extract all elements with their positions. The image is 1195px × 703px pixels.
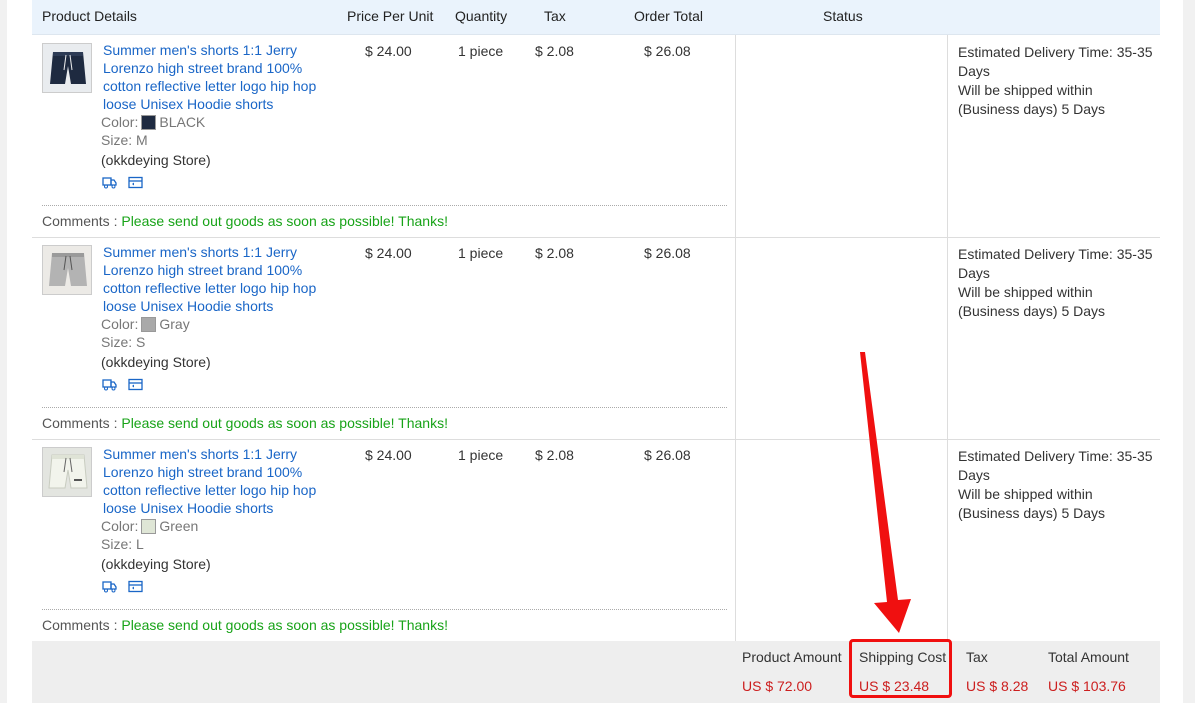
header-quantity: Quantity <box>455 8 508 24</box>
color-label: Color: <box>101 114 139 130</box>
color-value: Green <box>159 518 199 534</box>
divider <box>947 439 948 641</box>
tax-total-label: Tax <box>966 649 988 665</box>
product-title-link[interactable]: Summer men's shorts 1:1 Jerry Lorenzo hi… <box>103 41 318 113</box>
delivery-time: Estimated Delivery Time: 35-35 Days <box>958 44 1153 79</box>
color-swatch <box>141 519 157 534</box>
divider <box>947 35 948 237</box>
header-status: Status <box>823 8 863 24</box>
color-label: Color: <box>101 316 139 332</box>
shipping-truck-icon[interactable] <box>102 176 117 192</box>
item-price: $ 24.00 <box>365 447 412 463</box>
size-label: Size: <box>101 536 133 552</box>
comment-text: Please send out goods as soon as possibl… <box>121 617 448 633</box>
color-value: Gray <box>159 316 190 332</box>
header-price-per-unit: Price Per Unit <box>347 8 434 24</box>
item-price: $ 24.00 <box>365 43 412 59</box>
item-status: Estimated Delivery Time: 35-35 Days Will … <box>958 245 1153 321</box>
comment-divider <box>42 407 727 408</box>
delivery-time: Estimated Delivery Time: 35-35 Days <box>958 448 1153 483</box>
store-name: (okkdeying Store) <box>101 354 211 370</box>
comment-label: Comments : <box>42 415 118 431</box>
size-value: S <box>136 334 146 350</box>
color-swatch <box>141 317 157 332</box>
order-item-row: Summer men's shorts 1:1 Jerry Lorenzo hi… <box>32 439 1160 642</box>
product-size: Size: L <box>101 536 144 552</box>
shipping-cost-highlight-box <box>849 639 952 698</box>
product-color: Color: Green <box>101 518 198 534</box>
item-status: Estimated Delivery Time: 35-35 Days Will … <box>958 43 1153 119</box>
product-thumbnail[interactable] <box>42 43 92 93</box>
item-comment: Comments : Please send out goods as soon… <box>42 415 448 431</box>
divider <box>735 35 736 237</box>
product-thumbnail[interactable] <box>42 447 92 497</box>
color-label: Color: <box>101 518 139 534</box>
order-item-row: Summer men's shorts 1:1 Jerry Lorenzo hi… <box>32 35 1160 238</box>
header-product-details: Product Details <box>42 8 137 24</box>
product-color: Color: Gray <box>101 316 190 332</box>
shipping-truck-icon[interactable] <box>102 378 117 394</box>
product-thumbnail[interactable] <box>42 245 92 295</box>
shipping-truck-icon[interactable] <box>102 580 117 596</box>
shipping-card-icon[interactable] <box>127 176 143 192</box>
product-title-link[interactable]: Summer men's shorts 1:1 Jerry Lorenzo hi… <box>103 243 318 315</box>
size-value: M <box>136 132 148 148</box>
ship-within: Will be shipped within (Business days) 5… <box>958 82 1106 117</box>
item-actions <box>102 580 150 596</box>
header-tax: Tax <box>544 8 566 24</box>
item-quantity: 1 piece <box>458 245 504 261</box>
item-price: $ 24.00 <box>365 245 412 261</box>
tax-total-value: US $ 8.28 <box>966 678 1029 694</box>
item-tax: $ 2.08 <box>535 447 574 463</box>
color-swatch <box>141 115 157 130</box>
item-comment: Comments : Please send out goods as soon… <box>42 213 448 229</box>
color-value: BLACK <box>159 114 206 130</box>
size-value: L <box>136 536 144 552</box>
comment-label: Comments : <box>42 213 118 229</box>
product-amount-value: US $ 72.00 <box>742 678 813 694</box>
total-amount-label: Total Amount <box>1048 649 1129 665</box>
order-summary: Product Amount US $ 72.00 Shipping Cost … <box>32 639 1160 703</box>
total-amount-value: US $ 103.76 <box>1048 678 1126 694</box>
item-total: $ 26.08 <box>644 447 691 463</box>
product-color: Color: BLACK <box>101 114 205 130</box>
item-actions <box>102 176 150 192</box>
product-amount-label: Product Amount <box>742 649 842 665</box>
ship-within: Will be shipped within (Business days) 5… <box>958 486 1106 521</box>
product-size: Size: S <box>101 334 145 350</box>
item-comment: Comments : Please send out goods as soon… <box>42 617 448 633</box>
item-status: Estimated Delivery Time: 35-35 Days Will … <box>958 447 1153 523</box>
comment-text: Please send out goods as soon as possibl… <box>121 213 448 229</box>
item-tax: $ 2.08 <box>535 245 574 261</box>
delivery-time: Estimated Delivery Time: 35-35 Days <box>958 246 1153 281</box>
item-quantity: 1 piece <box>458 447 504 463</box>
item-total: $ 26.08 <box>644 245 691 261</box>
product-size: Size: M <box>101 132 148 148</box>
divider <box>735 439 736 641</box>
shipping-card-icon[interactable] <box>127 378 143 394</box>
comment-label: Comments : <box>42 617 118 633</box>
item-actions <box>102 378 150 394</box>
size-label: Size: <box>101 132 133 148</box>
item-tax: $ 2.08 <box>535 43 574 59</box>
store-name: (okkdeying Store) <box>101 152 211 168</box>
divider <box>735 237 736 439</box>
size-label: Size: <box>101 334 133 350</box>
comment-divider <box>42 609 727 610</box>
order-item-row: Summer men's shorts 1:1 Jerry Lorenzo hi… <box>32 237 1160 440</box>
table-header: Product Details Price Per Unit Quantity … <box>32 0 1160 35</box>
divider <box>947 237 948 439</box>
header-order-total: Order Total <box>634 8 703 24</box>
shipping-card-icon[interactable] <box>127 580 143 596</box>
ship-within: Will be shipped within (Business days) 5… <box>958 284 1106 319</box>
comment-text: Please send out goods as soon as possibl… <box>121 415 448 431</box>
product-title-link[interactable]: Summer men's shorts 1:1 Jerry Lorenzo hi… <box>103 445 318 517</box>
item-total: $ 26.08 <box>644 43 691 59</box>
store-name: (okkdeying Store) <box>101 556 211 572</box>
item-quantity: 1 piece <box>458 43 504 59</box>
comment-divider <box>42 205 727 206</box>
